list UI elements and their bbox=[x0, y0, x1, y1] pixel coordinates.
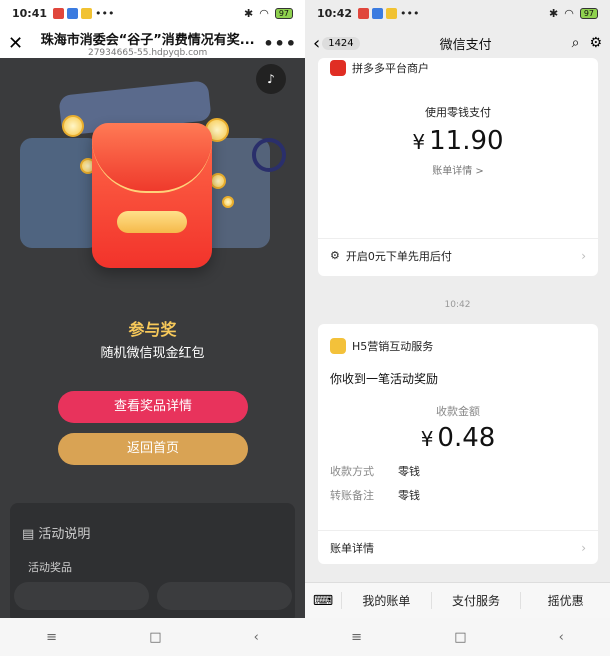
red-packet-image bbox=[92, 123, 212, 268]
method-value: 零钱 bbox=[398, 465, 420, 478]
status-bar: 10:41 ••• ✱ ◠ 97 bbox=[0, 0, 305, 27]
more-menu-button[interactable]: ••• bbox=[263, 34, 297, 53]
menu-icon[interactable]: ≡ bbox=[46, 630, 57, 645]
more-dots-icon: ••• bbox=[95, 7, 115, 20]
bill-detail-row[interactable]: 账单详情 › bbox=[318, 530, 598, 564]
keyboard-icon[interactable]: ⌨ bbox=[305, 593, 341, 609]
bg-shape bbox=[20, 138, 100, 248]
status-time: 10:42 bbox=[317, 7, 353, 20]
red-packet-flap bbox=[92, 123, 212, 193]
music-toggle-button[interactable]: ♪ bbox=[256, 64, 286, 94]
pay-method: 使用零钱支付 bbox=[425, 106, 491, 119]
amount-value: 11.90 bbox=[429, 126, 504, 156]
red-packet-seal bbox=[117, 211, 187, 233]
prize-title: 参与奖 bbox=[128, 320, 177, 339]
ghost-button bbox=[157, 582, 292, 610]
coin-icon bbox=[62, 115, 84, 137]
back-home-button[interactable]: 返回首页 bbox=[58, 433, 248, 465]
payment-card[interactable]: 拼多多平台商户 使用零钱支付 ¥11.90 账单详情 > ⚙ 开启0元下单先用后… bbox=[318, 58, 598, 276]
menu-pay-services[interactable]: 支付服务 bbox=[430, 592, 521, 609]
message-timestamp: 10:42 bbox=[444, 300, 471, 310]
search-icon[interactable]: ⌕ bbox=[572, 35, 580, 51]
battery-indicator: 97 bbox=[274, 8, 293, 19]
chevron-right-icon: › bbox=[581, 540, 586, 555]
back-chevron-icon[interactable]: ‹ bbox=[313, 33, 320, 54]
home-icon[interactable]: □ bbox=[149, 630, 161, 645]
app-notification-icon bbox=[67, 8, 79, 19]
activity-prizes-label: 活动奖品 bbox=[28, 561, 72, 574]
method-key: 收款方式 bbox=[330, 465, 374, 478]
merchant-row: H5营销互动服务 bbox=[318, 324, 598, 362]
bluetooth-icon: ✱ bbox=[548, 7, 559, 20]
h5-service-logo-icon bbox=[330, 338, 346, 354]
coin-icon bbox=[222, 196, 234, 208]
wifi-icon: ◠ bbox=[259, 7, 269, 20]
bill-detail-text: 账单详情 bbox=[330, 541, 374, 555]
pay-later-text: 开启0元下单先用后付 bbox=[345, 249, 452, 263]
note-value: 零钱 bbox=[398, 489, 420, 502]
transfer-card[interactable]: H5营销互动服务 你收到一笔活动奖励 收款金额 ¥0.48 收款方式 零钱 转账… bbox=[318, 324, 598, 564]
prize-description: 随机微信现金红包 bbox=[100, 346, 205, 361]
reward-message: 你收到一笔活动奖励 bbox=[330, 372, 439, 386]
pinduoduo-logo-icon bbox=[330, 60, 346, 76]
close-icon[interactable]: ✕ bbox=[8, 33, 32, 54]
browser-nav: ✕ 珠海市消委会“谷子”消费情况有奖... 27934665-55.hdpyqb… bbox=[0, 27, 305, 59]
menu-icon[interactable]: ≡ bbox=[351, 630, 362, 645]
status-bar: 10:42 ••• ✱ ◠ 97 bbox=[305, 0, 610, 27]
wechat-nav: ‹ 1424 微信支付 ⌕ ⚙ bbox=[305, 27, 610, 59]
coin-icon bbox=[210, 173, 226, 189]
merchant-name: H5营销互动服务 bbox=[352, 340, 434, 353]
pay-later-row[interactable]: ⚙ 开启0元下单先用后付 › bbox=[318, 238, 598, 272]
menu-shake-deals[interactable]: 摇优惠 bbox=[520, 592, 610, 609]
gear-icon[interactable]: ⚙ bbox=[589, 35, 602, 51]
bluetooth-icon: ✱ bbox=[243, 7, 254, 20]
currency-symbol: ¥ bbox=[420, 427, 434, 451]
activity-description-title: ▤ 活动说明 bbox=[22, 523, 90, 542]
chevron-right-icon: › bbox=[581, 248, 586, 263]
page-title: 珠海市消委会“谷子”消费情况有奖... bbox=[40, 32, 255, 48]
wifi-icon: ◠ bbox=[564, 7, 574, 20]
home-icon[interactable]: □ bbox=[454, 630, 466, 645]
back-icon[interactable]: ‹ bbox=[254, 630, 259, 645]
document-icon: ▤ bbox=[22, 527, 39, 542]
activity-overlay: ♪ 参与奖 随机微信现金红包 查看奖品详情 返回首页 ▤ 活动说明 活动奖品 bbox=[0, 58, 305, 618]
amount-value: 0.48 bbox=[437, 423, 496, 453]
left-phone-screen: 10:41 ••• ✱ ◠ 97 ✕ 珠海市消委会“谷子”消费情况有奖... 2… bbox=[0, 0, 305, 656]
ghost-button bbox=[14, 582, 149, 610]
note-row: 转账备注 零钱 bbox=[318, 483, 598, 507]
page-url: 27934665-55.hdpyqb.com bbox=[87, 47, 208, 58]
chat-title: 微信支付 bbox=[439, 37, 492, 53]
amount-label: 收款金额 bbox=[436, 405, 480, 418]
system-nav-bar: ≡ □ ‹ bbox=[0, 618, 305, 656]
app-notification-icon bbox=[372, 8, 384, 19]
app-notification-icon bbox=[386, 8, 398, 19]
status-time: 10:41 bbox=[12, 7, 48, 20]
app-notification-icon bbox=[53, 8, 65, 19]
currency-symbol: ¥ bbox=[412, 130, 426, 154]
received-amount: ¥0.48 bbox=[318, 423, 598, 453]
payment-amount: ¥11.90 bbox=[318, 126, 598, 156]
menu-my-bills[interactable]: 我的账单 bbox=[341, 592, 431, 609]
merchant-name: 拼多多平台商户 bbox=[352, 62, 429, 75]
back-icon[interactable]: ‹ bbox=[559, 630, 564, 645]
more-dots-icon: ••• bbox=[400, 7, 420, 20]
system-nav-bar: ≡ □ ‹ bbox=[305, 618, 610, 656]
bill-detail-link[interactable]: 账单详情 > bbox=[318, 162, 598, 177]
app-notification-icon bbox=[81, 8, 93, 19]
note-key: 转账备注 bbox=[330, 489, 374, 502]
app-notification-icon bbox=[358, 8, 370, 19]
settings-badge-icon: ⚙ bbox=[330, 249, 340, 262]
unread-badge[interactable]: 1424 bbox=[322, 36, 360, 50]
view-prize-button[interactable]: 查看奖品详情 bbox=[58, 391, 248, 423]
activity-title-text: 活动说明 bbox=[38, 527, 91, 542]
merchant-row: 拼多多平台商户 bbox=[318, 58, 598, 84]
magnifier-icon bbox=[252, 138, 286, 172]
battery-indicator: 97 bbox=[579, 8, 598, 19]
method-row: 收款方式 零钱 bbox=[318, 459, 598, 483]
wechat-pay-menu: ⌨ 我的账单 支付服务 摇优惠 bbox=[305, 582, 610, 618]
